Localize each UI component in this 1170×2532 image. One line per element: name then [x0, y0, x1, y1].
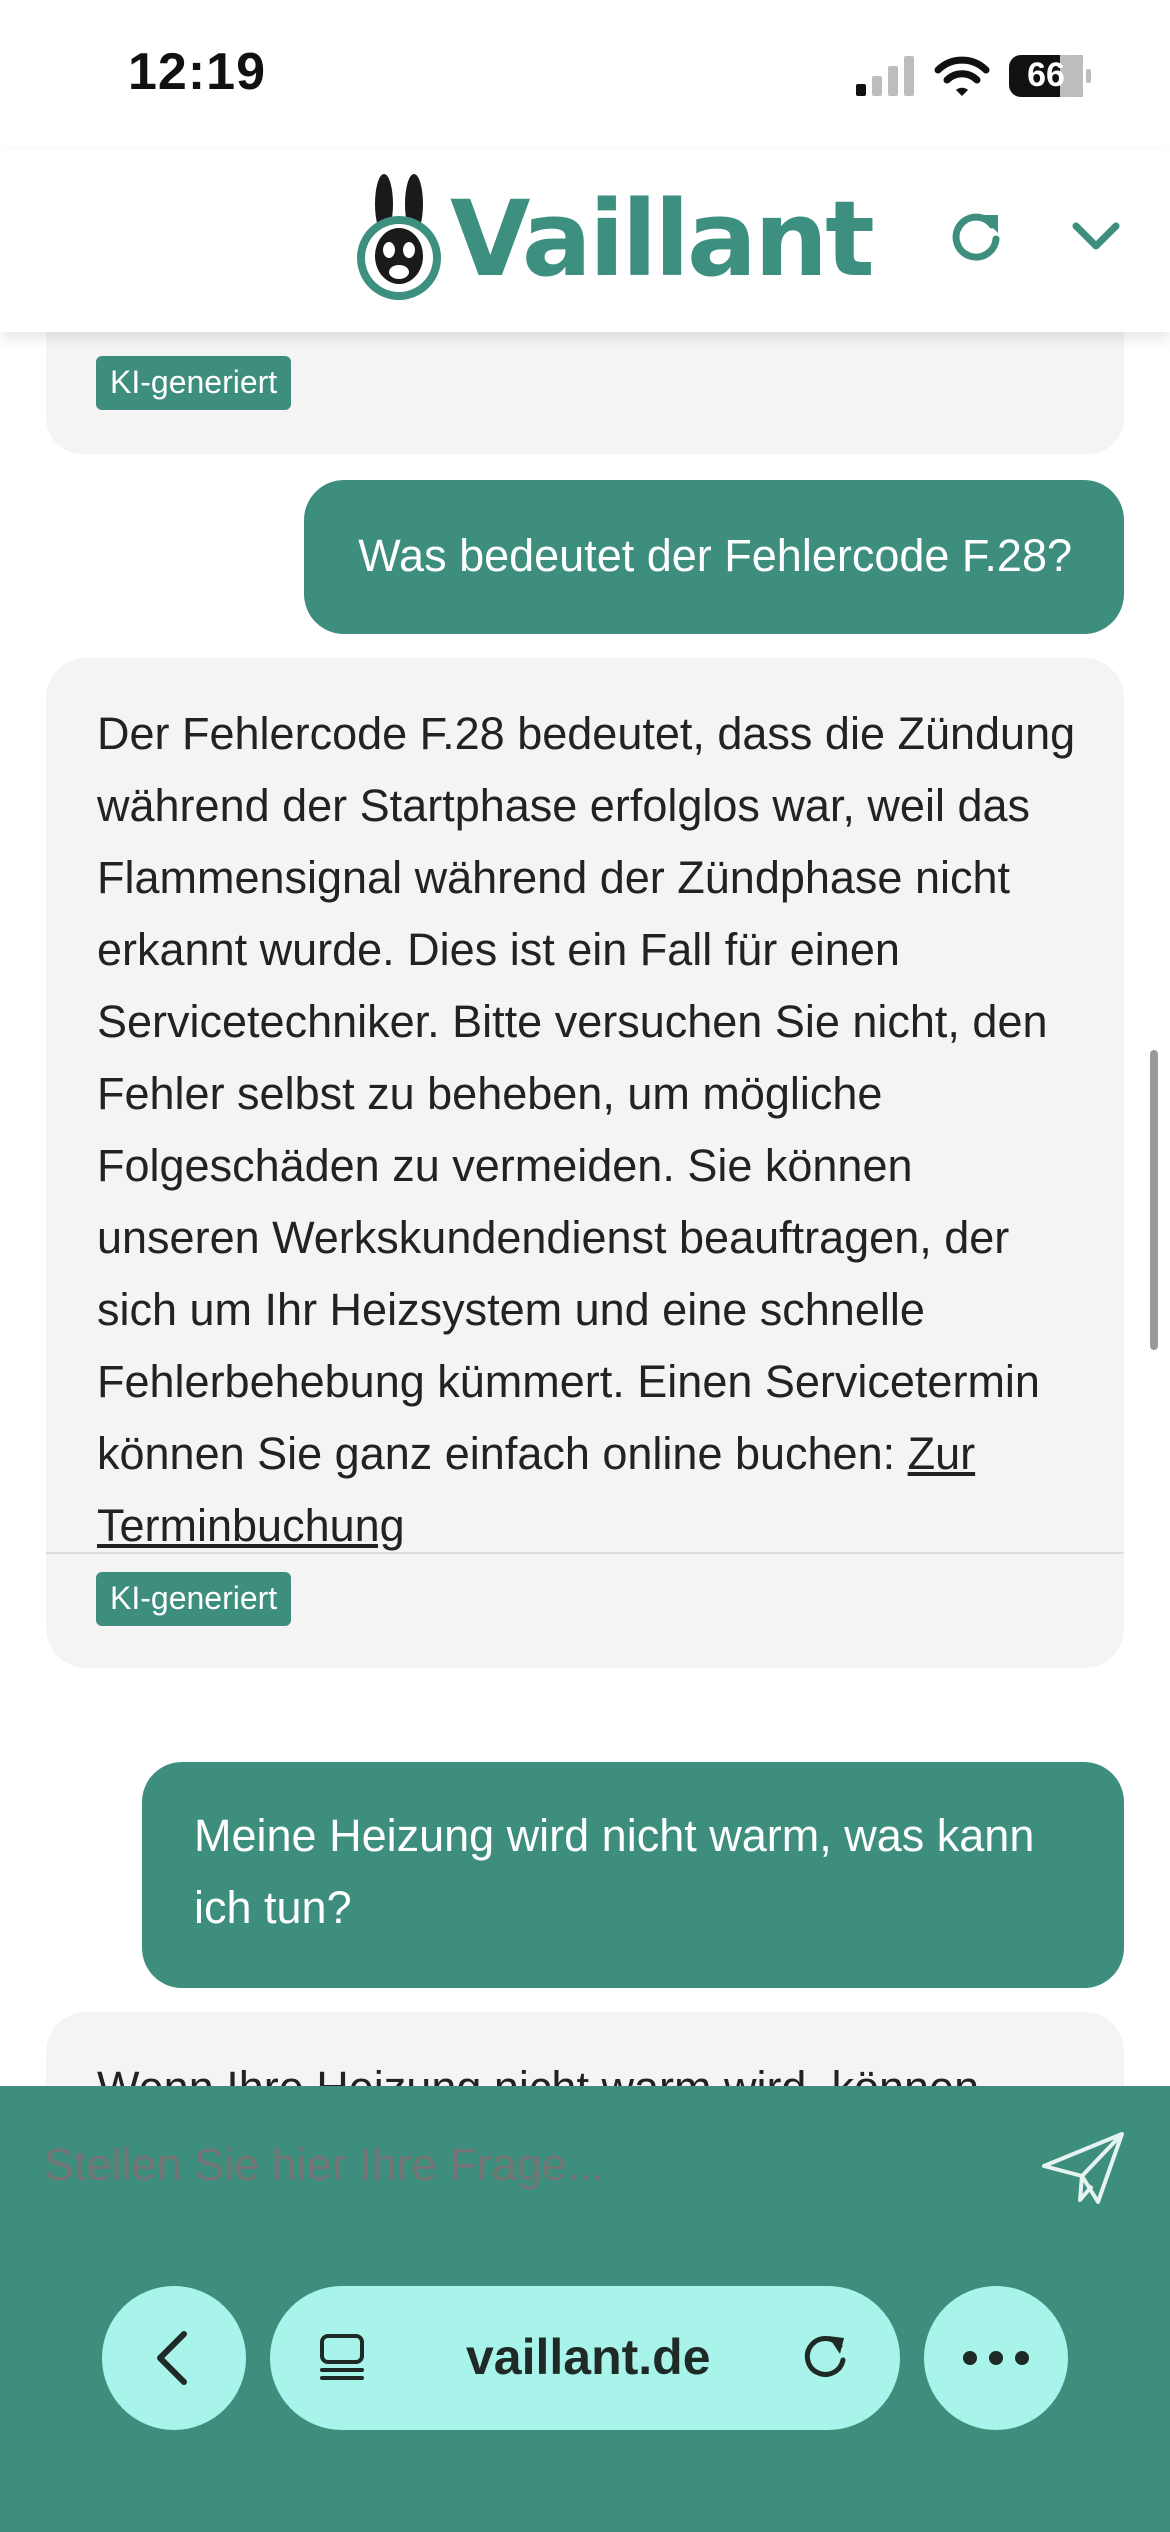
chat-transcript[interactable]: KI-generiert Was bedeutet der Fehlercode… [0, 332, 1170, 2086]
brand-name: Vaillant [450, 178, 875, 300]
battery-indicator: 66 [1008, 54, 1092, 98]
chat-input-bar: vaillant.de [0, 2086, 1170, 2532]
user-message-text: Meine Heizung wird nicht warm, was kann … [194, 1810, 1035, 1933]
chevron-left-icon [157, 2331, 187, 2385]
wifi-icon [934, 56, 990, 96]
reload-page-icon[interactable] [798, 2330, 852, 2384]
user-message: Meine Heizung wird nicht warm, was kann … [142, 1762, 1124, 1988]
ai-generated-badge: KI-generiert [96, 1572, 292, 1626]
bot-message-text: Wenn Ihre Heizung nicht warm wird, könne… [97, 2062, 979, 2086]
tab-overview-icon[interactable] [316, 2332, 368, 2384]
message-divider [46, 1552, 1124, 1554]
bot-message-body: Der Fehlercode F.28 bedeutet, dass die Z… [97, 698, 1087, 1562]
bot-message: Wenn Ihre Heizung nicht warm wird, könne… [46, 2012, 1124, 2086]
browser-url: vaillant.de [466, 2329, 711, 2385]
battery-level: 66 [1027, 56, 1065, 94]
chevron-down-icon[interactable] [1068, 208, 1124, 264]
hare-logo-icon [357, 174, 441, 300]
ai-generated-badge: KI-generiert [96, 356, 292, 410]
browser-back-button[interactable] [102, 2286, 246, 2430]
status-time: 12:19 [128, 43, 266, 101]
user-message-text: Was bedeutet der Fehlercode F.28? [358, 530, 1072, 581]
chat-scrollbar[interactable] [1150, 1050, 1158, 1350]
browser-more-button[interactable] [924, 2286, 1068, 2430]
app-header: Vaillant [0, 150, 1170, 332]
status-bar: 12:19 66 [0, 0, 1170, 150]
bot-message: Der Fehlercode F.28 bedeutet, dass die Z… [46, 658, 1124, 1668]
bot-message-text: Der Fehlercode F.28 bedeutet, dass die Z… [97, 708, 1076, 1479]
bot-message-body: Wenn Ihre Heizung nicht warm wird, könne… [97, 2052, 1087, 2086]
refresh-chat-icon[interactable] [946, 205, 1006, 265]
vaillant-logo[interactable]: Vaillant [354, 172, 875, 302]
send-icon[interactable] [1040, 2130, 1126, 2206]
bot-message: KI-generiert [46, 332, 1124, 454]
more-options-icon [963, 2351, 1029, 2365]
question-input[interactable] [44, 2130, 1004, 2200]
user-message: Was bedeutet der Fehlercode F.28? [304, 480, 1124, 634]
browser-address-bar[interactable]: vaillant.de [270, 2286, 900, 2430]
cellular-signal-icon [856, 56, 914, 96]
